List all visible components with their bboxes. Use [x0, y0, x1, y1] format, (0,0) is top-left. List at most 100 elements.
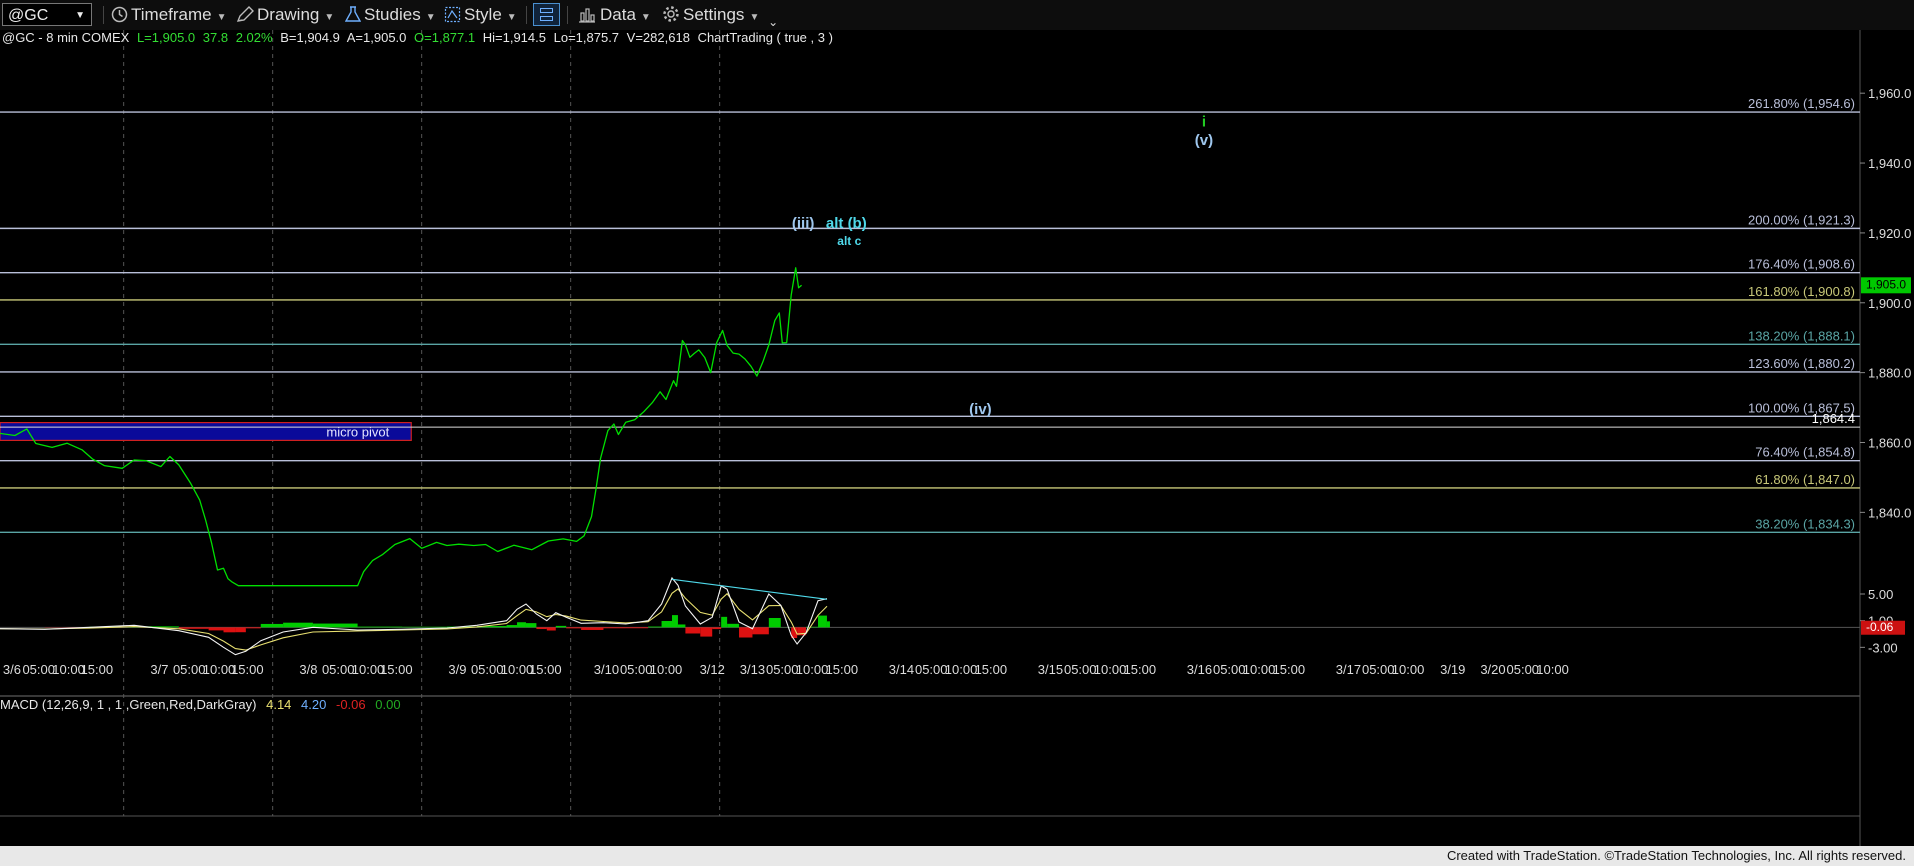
price-tick-label: 1,860.0	[1868, 436, 1911, 451]
symbol-selector[interactable]: @GC ▼	[2, 3, 92, 26]
macd-tick-label: -3.00	[1868, 640, 1898, 655]
last-price: L=1,905.0	[137, 30, 195, 45]
fib-label: 38.20% (1,834.3)	[1755, 516, 1855, 531]
price-tick-label: 1,960.0	[1868, 86, 1911, 101]
time-tick-label: 05:00	[1362, 662, 1395, 677]
time-tick-label: 3/6	[3, 662, 21, 677]
macd-histogram-bar	[260, 623, 284, 628]
time-tick-label: 3/7	[150, 662, 168, 677]
time-tick-label: 15:00	[826, 662, 859, 677]
volume: V=282,618	[627, 30, 690, 45]
time-tick-label: 10:00	[1094, 662, 1127, 677]
time-tick-label: 10:00	[945, 662, 978, 677]
bid-price: B=1,904.9	[280, 30, 340, 45]
macd-histogram-bar	[661, 620, 672, 628]
flask-icon	[344, 6, 362, 22]
low-price: Lo=1,875.7	[554, 30, 619, 45]
macd-histogram-bar	[506, 625, 518, 628]
time-tick-label: 15:00	[81, 662, 114, 677]
macd-histogram-bar	[312, 623, 358, 628]
time-tick-label: 10:00	[1243, 662, 1276, 677]
time-tick-label: 05:00	[1064, 662, 1097, 677]
macd-histogram-bar	[700, 627, 713, 637]
time-tick-label: 15:00	[529, 662, 562, 677]
layout-toggle-button[interactable]	[533, 3, 560, 26]
time-tick-label: 15:00	[1273, 662, 1306, 677]
time-tick-label: 05:00	[322, 662, 355, 677]
price-tick-label: 1,900.0	[1868, 296, 1911, 311]
macd-histogram-bar	[566, 627, 582, 629]
wave-label: (iv)	[969, 401, 992, 418]
settings-menu[interactable]: Settings ▼ ⌄	[662, 0, 778, 30]
style-menu[interactable]: Style ▼	[444, 0, 517, 30]
macd-histogram-bar	[826, 621, 830, 628]
symbol-text: @GC	[8, 7, 49, 24]
time-tick-label: 3/20	[1480, 662, 1505, 677]
time-tick-label: 3/16	[1187, 662, 1212, 677]
current-price-marker: 1,905.0	[1861, 277, 1911, 294]
high-price: Hi=1,914.5	[483, 30, 546, 45]
wave-label: alt c	[837, 234, 861, 248]
timeframe-menu[interactable]: Timeframe ▼	[111, 0, 227, 30]
time-tick-label: 05:00	[22, 662, 55, 677]
chart-trading-indicator: ChartTrading ( true , 3 )	[698, 30, 833, 45]
time-tick-label: 10:00	[796, 662, 829, 677]
data-menu[interactable]: Data ▼	[578, 0, 651, 30]
settings-label: Settings	[683, 5, 745, 24]
macd-histogram-bar	[581, 627, 604, 630]
macd-histogram-bar	[283, 622, 313, 628]
price-tick-label: 1,880.0	[1868, 366, 1911, 381]
toolbar-divider	[103, 6, 104, 24]
macd-histogram-bar	[752, 627, 769, 635]
macd-histogram-bar	[768, 617, 781, 628]
toolbar-divider	[567, 6, 568, 24]
layout-icon	[540, 8, 553, 13]
macd-histogram-bar	[721, 616, 728, 628]
fib-label: 261.80% (1,954.6)	[1748, 96, 1855, 111]
fib-label: 138.20% (1,888.1)	[1748, 328, 1855, 343]
macd-header: MACD (12,26,9, 1 , 1 ,Green,Red,DarkGray…	[0, 697, 401, 712]
macd-histogram-bar	[727, 623, 740, 628]
time-tick-label: 3/8	[299, 662, 317, 677]
time-tick-label: 15:00	[1124, 662, 1157, 677]
time-tick-label: 05:00	[915, 662, 948, 677]
fib-label: 76.40% (1,854.8)	[1755, 445, 1855, 460]
wave-label: (iii)	[792, 215, 815, 232]
price-tick-label: 1,940.0	[1868, 156, 1911, 171]
price-chart[interactable]: 261.80% (1,954.6) 200.00% (1,921.3) 176.40…	[0, 30, 1914, 846]
clock-icon	[111, 6, 128, 23]
macd-histogram-bar	[178, 627, 209, 629]
overflow-caret-icon[interactable]: ⌄	[768, 15, 778, 29]
style-label: Style	[464, 5, 502, 24]
macd-value: 4.14	[266, 697, 291, 712]
time-tick-label: 15:00	[380, 662, 413, 677]
macd-histogram-bar	[402, 626, 447, 628]
chevron-down-icon: ▼	[506, 12, 517, 23]
data-label: Data	[600, 5, 636, 24]
macd-zero-value: 0.00	[375, 697, 400, 712]
toolbar-divider	[526, 6, 527, 24]
time-tick-label: 15:00	[975, 662, 1008, 677]
micro-pivot-zone: micro pivot	[0, 421, 412, 442]
macd-histogram-bar	[208, 627, 224, 631]
time-tick-label: 05:00	[471, 662, 504, 677]
fib-label: 176.40% (1,908.6)	[1748, 257, 1855, 272]
time-tick-label: 10:00	[650, 662, 683, 677]
layout-icon	[540, 16, 553, 21]
macd-histogram-bar	[677, 624, 686, 628]
time-tick-label: 3/14	[889, 662, 914, 677]
drawing-menu[interactable]: Drawing ▼	[236, 0, 334, 30]
studies-menu[interactable]: Studies ▼	[344, 0, 436, 30]
macd-signal-value: 4.20	[301, 697, 326, 712]
time-tick-label: 3/19	[1440, 662, 1465, 677]
macd-histogram-bar	[357, 626, 403, 628]
chevron-down-icon: ▼	[75, 10, 85, 21]
chevron-down-icon: ▼	[640, 12, 651, 23]
time-tick-label: 05:00	[620, 662, 653, 677]
pivot-line-label: 1,864.4	[1812, 411, 1855, 426]
time-tick-label: 15:00	[231, 662, 264, 677]
macd-histogram-bar	[245, 627, 261, 629]
macd-histogram-bar	[546, 627, 556, 631]
macd-histogram-bar	[235, 627, 246, 633]
pencil-icon	[236, 6, 254, 22]
